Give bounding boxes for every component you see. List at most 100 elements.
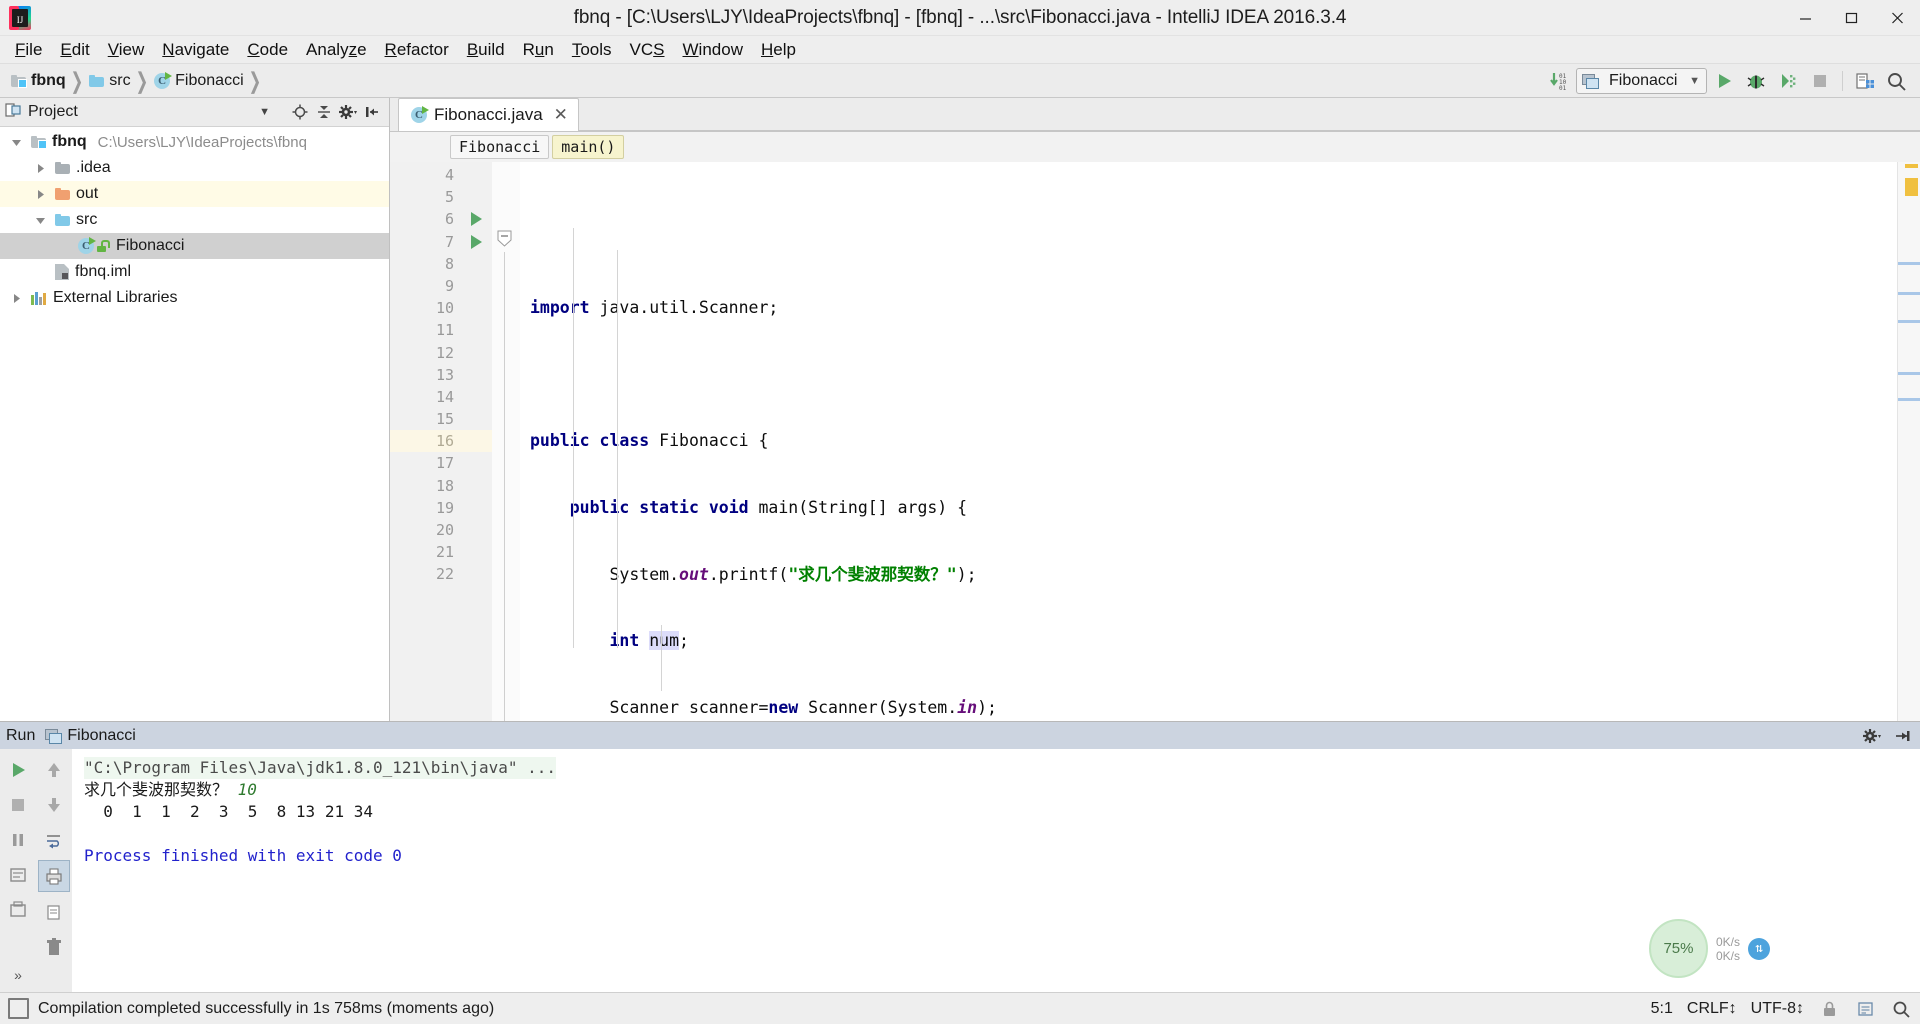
minimize-button[interactable] (1782, 0, 1828, 35)
maximize-button[interactable] (1828, 0, 1874, 35)
code-editor-text[interactable]: import java.util.Scanner; public class F… (520, 162, 1897, 721)
caret-position[interactable]: 5:1 (1651, 1000, 1673, 1018)
run-config-name: Fibonacci (67, 726, 136, 744)
export-icon[interactable] (39, 897, 69, 927)
menu-view[interactable]: View (99, 37, 154, 63)
module-folder-icon (31, 136, 47, 149)
java-class-icon: C (411, 106, 429, 123)
tree-node-label: src (76, 211, 98, 228)
line-number: 21 (435, 543, 454, 562)
usage-stripe-marker[interactable] (1898, 262, 1920, 265)
download-speed: 0K/s (1715, 948, 1740, 963)
status-bar-right: 5:1 CRLF↕ UTF-8↕ (1651, 999, 1912, 1019)
project-panel-title: Project (28, 103, 78, 120)
menu-code[interactable]: Code (238, 37, 297, 63)
usage-stripe-marker[interactable] (1898, 398, 1920, 401)
line-number: 7 (444, 232, 454, 251)
scroll-down-icon[interactable] (39, 790, 69, 820)
dump-threads-icon[interactable] (3, 860, 33, 890)
soft-wrap-icon[interactable] (39, 825, 69, 855)
usage-stripe-marker[interactable] (1898, 292, 1920, 295)
memory-percent[interactable]: 75% (1648, 919, 1708, 978)
file-encoding[interactable]: UTF-8↕ (1751, 1000, 1804, 1018)
console-output[interactable]: "C:\Program Files\Java\jdk1.8.0_121\bin\… (72, 749, 1920, 992)
settings-icon[interactable] (1850, 67, 1880, 95)
menu-tools[interactable]: Tools (563, 37, 621, 63)
tab-fibonacci-java[interactable]: C Fibonacci.java ✕ (398, 98, 579, 131)
stop-icon[interactable] (3, 790, 33, 820)
run-configuration-selector[interactable]: Fibonacci ▼ (1576, 67, 1707, 94)
tree-node-fbnq-iml[interactable]: fbnq.iml (0, 259, 389, 285)
menu-navigate[interactable]: Navigate (153, 37, 238, 63)
menu-analyze[interactable]: Analyze (297, 37, 376, 63)
tree-node-label: .idea (76, 159, 111, 176)
gear-icon[interactable] (336, 101, 360, 123)
console-prompt-text: 求几个斐波那契数？ (84, 780, 238, 799)
close-button[interactable] (1874, 0, 1920, 35)
event-log-icon[interactable] (1854, 999, 1876, 1019)
breadcrumb-class[interactable]: Fibonacci (450, 135, 550, 159)
main-toolbar: 01 10 01 Fibonacci ▼ (1544, 67, 1920, 95)
restore-layout-icon[interactable] (3, 895, 33, 925)
trash-icon[interactable] (39, 932, 69, 962)
line-separator[interactable]: CRLF↕ (1687, 1000, 1737, 1018)
tree-node-idea[interactable]: .idea (0, 155, 389, 181)
breadcrumb-fbnq[interactable]: fbnq (8, 71, 69, 91)
intellij-idea-window: IJ fbnq - [C:\Users\LJY\IdeaProjects\fbn… (0, 0, 1920, 1024)
scroll-up-icon[interactable] (39, 755, 69, 785)
search-everywhere-icon[interactable] (1882, 67, 1912, 95)
tree-node-src[interactable]: src (0, 207, 389, 233)
warning-stripe-marker[interactable] (1905, 164, 1918, 168)
project-panel-header: Project ▼ (0, 98, 389, 127)
expand-more-icon[interactable]: » (7, 964, 29, 986)
locate-icon[interactable] (288, 101, 312, 123)
menu-run[interactable]: Run (514, 37, 563, 63)
chevron-collapsed-icon[interactable] (32, 186, 48, 202)
chevron-expanded-icon[interactable] (8, 134, 24, 150)
print-icon[interactable] (38, 860, 70, 892)
hide-icon[interactable] (1890, 725, 1914, 747)
menu-help[interactable]: Help (752, 37, 805, 63)
menu-build[interactable]: Build (458, 37, 514, 63)
tree-node-external-libraries[interactable]: External Libraries (0, 285, 389, 311)
breadcrumb-method[interactable]: main() (552, 135, 625, 159)
run-method-gutter-icon[interactable] (471, 234, 482, 249)
breadcrumb-src[interactable]: src (86, 71, 133, 91)
chevron-collapsed-icon[interactable] (8, 290, 24, 306)
pause-icon[interactable] (3, 825, 33, 855)
tree-node-out[interactable]: out (0, 181, 389, 207)
line-number: 11 (435, 321, 454, 340)
usage-stripe-marker[interactable] (1898, 320, 1920, 323)
tree-node-fibonacci[interactable]: C Fibonacci (0, 233, 389, 259)
update-project-icon[interactable]: 01 10 01 (1544, 67, 1574, 95)
menu-vcs[interactable]: VCS (621, 37, 674, 63)
collapse-all-icon[interactable] (312, 101, 336, 123)
menu-refactor[interactable]: Refactor (376, 37, 458, 63)
menu-edit[interactable]: Edit (51, 37, 98, 63)
warning-stripe-marker[interactable] (1905, 178, 1918, 196)
chevron-down-icon[interactable]: ▼ (259, 106, 270, 118)
project-tree[interactable]: fbnq C:\Users\LJY\IdeaProjects\fbnq .ide… (0, 127, 389, 721)
menu-window[interactable]: Window (674, 37, 752, 63)
memory-indicator-widget[interactable]: 75% 0K/s 0K/s ⇅ (1648, 919, 1770, 978)
tree-node-fbnq[interactable]: fbnq C:\Users\LJY\IdeaProjects\fbnq (0, 129, 389, 155)
usage-stripe-marker[interactable] (1898, 372, 1920, 375)
chevron-expanded-icon[interactable] (32, 212, 48, 228)
hide-icon[interactable] (360, 101, 384, 123)
error-stripe-gutter[interactable] (1897, 162, 1920, 721)
menu-file[interactable]: File (6, 37, 51, 63)
run-with-coverage-icon[interactable] (1773, 67, 1803, 95)
debug-icon[interactable] (1741, 67, 1771, 95)
breadcrumb-fibonacci[interactable]: C Fibonacci (151, 71, 246, 91)
gear-icon[interactable] (1860, 725, 1884, 747)
lock-icon[interactable] (1818, 999, 1840, 1019)
run-class-gutter-icon[interactable] (471, 212, 482, 227)
chevron-collapsed-icon[interactable] (32, 160, 48, 176)
fold-marker-main[interactable] (497, 230, 512, 247)
network-icon[interactable]: ⇅ (1748, 937, 1770, 960)
run-icon[interactable] (1709, 67, 1739, 95)
stop-icon[interactable] (1805, 67, 1835, 95)
rerun-icon[interactable] (3, 755, 33, 785)
close-icon[interactable]: ✕ (554, 105, 568, 125)
search-icon[interactable] (1890, 999, 1912, 1019)
